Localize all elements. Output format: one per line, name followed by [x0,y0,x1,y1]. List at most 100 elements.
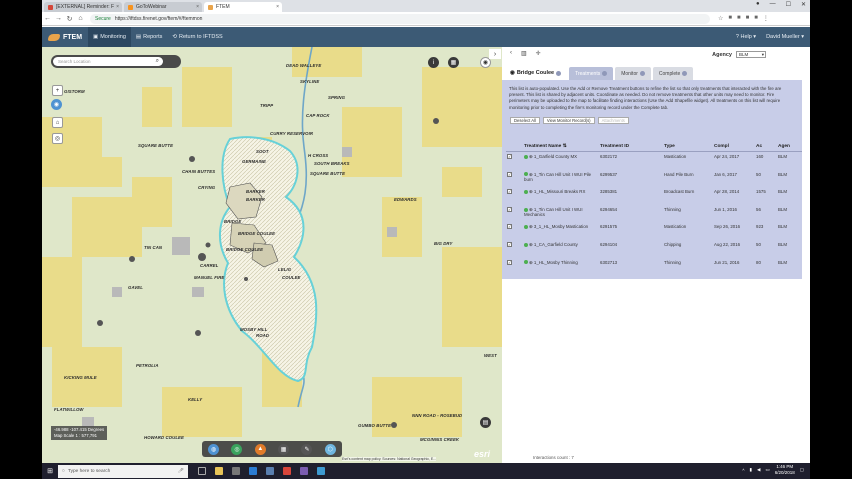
view-monitor-records-button[interactable]: View Monitor Record(s) [542,116,595,124]
deselect-all-button[interactable]: Deselect All [510,116,540,124]
map-view[interactable]: DEAD WALLEYE SKYLINE GISTORM SPRING TRIP… [42,47,502,463]
taskbar-search-input[interactable]: ○ Type here to search 🎤︎ [58,464,188,478]
tab-monitor[interactable]: Monitor [615,67,651,80]
table-row[interactable]: ✓ ⊕ 1_CA_Garfield County 6294104 Chippin… [506,240,802,258]
taskbar-apps [198,467,325,475]
fire-title: ◉ Bridge Coulee [502,66,569,80]
table-toggle-button[interactable]: ▤ [480,417,491,428]
table-row[interactable]: ✓ ⊕ 3_1_HL_Mosby Mastication 6291575 Mas… [506,222,802,240]
back-icon[interactable]: ← [42,15,53,22]
row-checkbox[interactable]: ✓ [507,224,512,230]
edge-icon[interactable] [249,467,257,475]
table-row[interactable]: ✓ ⊕ 1_Garfield County MX 6302172 Mastica… [506,152,802,170]
notifications-icon[interactable]: ▢ [800,467,804,473]
forward-icon[interactable]: → [53,15,64,22]
col-header-compl[interactable]: Compl [714,144,754,149]
row-checkbox[interactable]: ✓ [507,259,512,265]
volume-icon[interactable]: ◀ [757,467,760,473]
info-button[interactable]: i [428,57,439,68]
extension-icon[interactable]: ■ [746,15,750,22]
nav-monitoring[interactable]: ▣ Monitoring [88,27,131,47]
row-checkbox[interactable]: ✓ [507,171,512,177]
tray-arrow-icon[interactable]: ^ [742,468,744,473]
table-row[interactable]: ✓ ⊕ 1_HL_Mosby Thinning 6302713 Thinning… [506,258,802,276]
task-view-icon[interactable] [198,467,206,475]
browser-tab-email[interactable]: [EXTERNAL] Reminder: F × [44,2,122,12]
tab-treatments[interactable]: Treatments [569,67,614,80]
maximize-icon[interactable]: ☐ [786,1,791,8]
add-treatment-icon[interactable]: ✛ [536,50,541,57]
file-explorer-icon[interactable] [215,467,223,475]
url-input[interactable]: Secure https://iftdss.firenet.gov/ftem/#… [90,13,710,24]
chrome-icon[interactable] [283,467,291,475]
close-tab-icon[interactable]: × [196,4,199,10]
nav-return-iftdss[interactable]: ⟲ Return to IFTDSS [167,27,227,47]
close-tab-icon[interactable]: × [116,4,119,10]
menu-dots-icon[interactable]: ⋮ [763,15,769,22]
table-row[interactable]: ✓ ⊕ 1_Tin Can Hill Unit I WUI Mechanics … [506,205,802,223]
network-icon[interactable]: ▮ [749,467,751,473]
col-header-name[interactable]: Treatment Name ⇅ [522,144,596,150]
back-arrow-icon[interactable]: ‹ [510,50,512,56]
col-header-type[interactable]: Type [664,144,714,149]
basemap-gallery-button[interactable]: ▦ [448,57,459,68]
mail-icon[interactable] [266,467,274,475]
row-checkbox[interactable]: ✓ [507,241,512,247]
close-window-icon[interactable]: ✕ [801,1,806,8]
treatment-agency: BLM [778,206,788,212]
nav-reports[interactable]: ▤ Reports [131,27,167,47]
microphone-icon[interactable]: 🎤︎ [178,469,184,474]
treatment-type: Thinning [664,259,681,265]
help-menu[interactable]: ? Help ▾ [736,34,756,40]
tab-complete[interactable]: Complete [652,67,694,80]
zoom-in-button[interactable]: + [52,85,63,96]
browser-tab-gotowebinar[interactable]: GoToWebinar × [124,2,202,12]
store-icon[interactable] [232,467,240,475]
extension-icon[interactable]: ■ [728,15,732,22]
app-icon[interactable] [300,467,308,475]
extension-icon[interactable]: ■ [737,15,741,22]
row-checkbox[interactable]: ✓ [507,206,512,212]
windows-start-icon[interactable]: ⊞ [42,467,58,475]
app-icon[interactable] [317,467,325,475]
treatment-panel: ‹ ▥ ✛ Agency BLM ▾ ◉ Bridge Coulee Treat… [502,47,810,463]
ftem-logo[interactable]: FTEM [48,33,88,41]
search-icon: ○ [62,468,65,474]
fire-widget-icon[interactable]: ▲ [254,443,266,455]
minimize-icon[interactable]: — [770,1,776,8]
globe-widget-icon[interactable]: ◍ [208,443,220,455]
collapse-panel-arrow-icon[interactable]: › [489,49,501,59]
grid-widget-icon[interactable]: ▦ [278,443,290,455]
search-icon[interactable]: ⌕ [156,58,159,65]
browser-tab-ftem[interactable]: FTEM × [204,2,282,12]
clock[interactable]: 1:46 PM 6/20/2018 [775,464,795,476]
table-row[interactable]: ✓ ⊕ 1_HL_Missouri Breaks RX 3285381 Broa… [506,187,802,205]
layers-globe-button[interactable]: ◉ [51,99,62,110]
attachments-button[interactable]: Attachments [597,116,629,124]
treatment-name-cell: ⊕ 1_HL_Mosby Thinning [522,260,596,266]
layer-widget-icon[interactable]: ◎ [231,443,243,455]
home-icon[interactable]: ⌂ [75,15,86,22]
star-icon[interactable]: ☆ [718,15,723,22]
col-header-ac[interactable]: Ac [754,144,778,149]
col-header-agency[interactable]: Agen [778,144,798,149]
col-header-id[interactable]: Treatment ID [596,144,664,149]
search-location-input[interactable]: Search Location ⌕ [53,57,163,66]
agency-select[interactable]: BLM ▾ [736,51,766,58]
user-menu[interactable]: David Mueller ▾ [766,34,804,40]
trash-icon[interactable]: ▥ [521,50,527,57]
table-row[interactable]: ✓ ⊕ 1_Tin Can Hill Unit I WUI Pile burn … [506,170,802,188]
row-checkbox[interactable]: ✓ [507,154,512,159]
place-label: GAVEL [128,285,143,290]
home-extent-button[interactable]: ⌂ [52,117,63,128]
draw-widget-icon[interactable]: ✎ [301,443,313,455]
keyboard-icon[interactable]: ▭ [765,467,769,473]
reload-icon[interactable]: ↻ [64,15,75,23]
close-tab-icon[interactable]: × [276,4,279,10]
shapefile-widget-icon[interactable]: ⬡ [324,443,336,455]
locate-button[interactable]: ◎ [52,133,63,144]
row-checkbox[interactable]: ✓ [507,189,512,195]
extension-icon[interactable]: ■ [754,15,758,22]
sort-icon[interactable]: ⇅ [563,144,567,149]
user-icon[interactable]: ● [756,1,760,8]
